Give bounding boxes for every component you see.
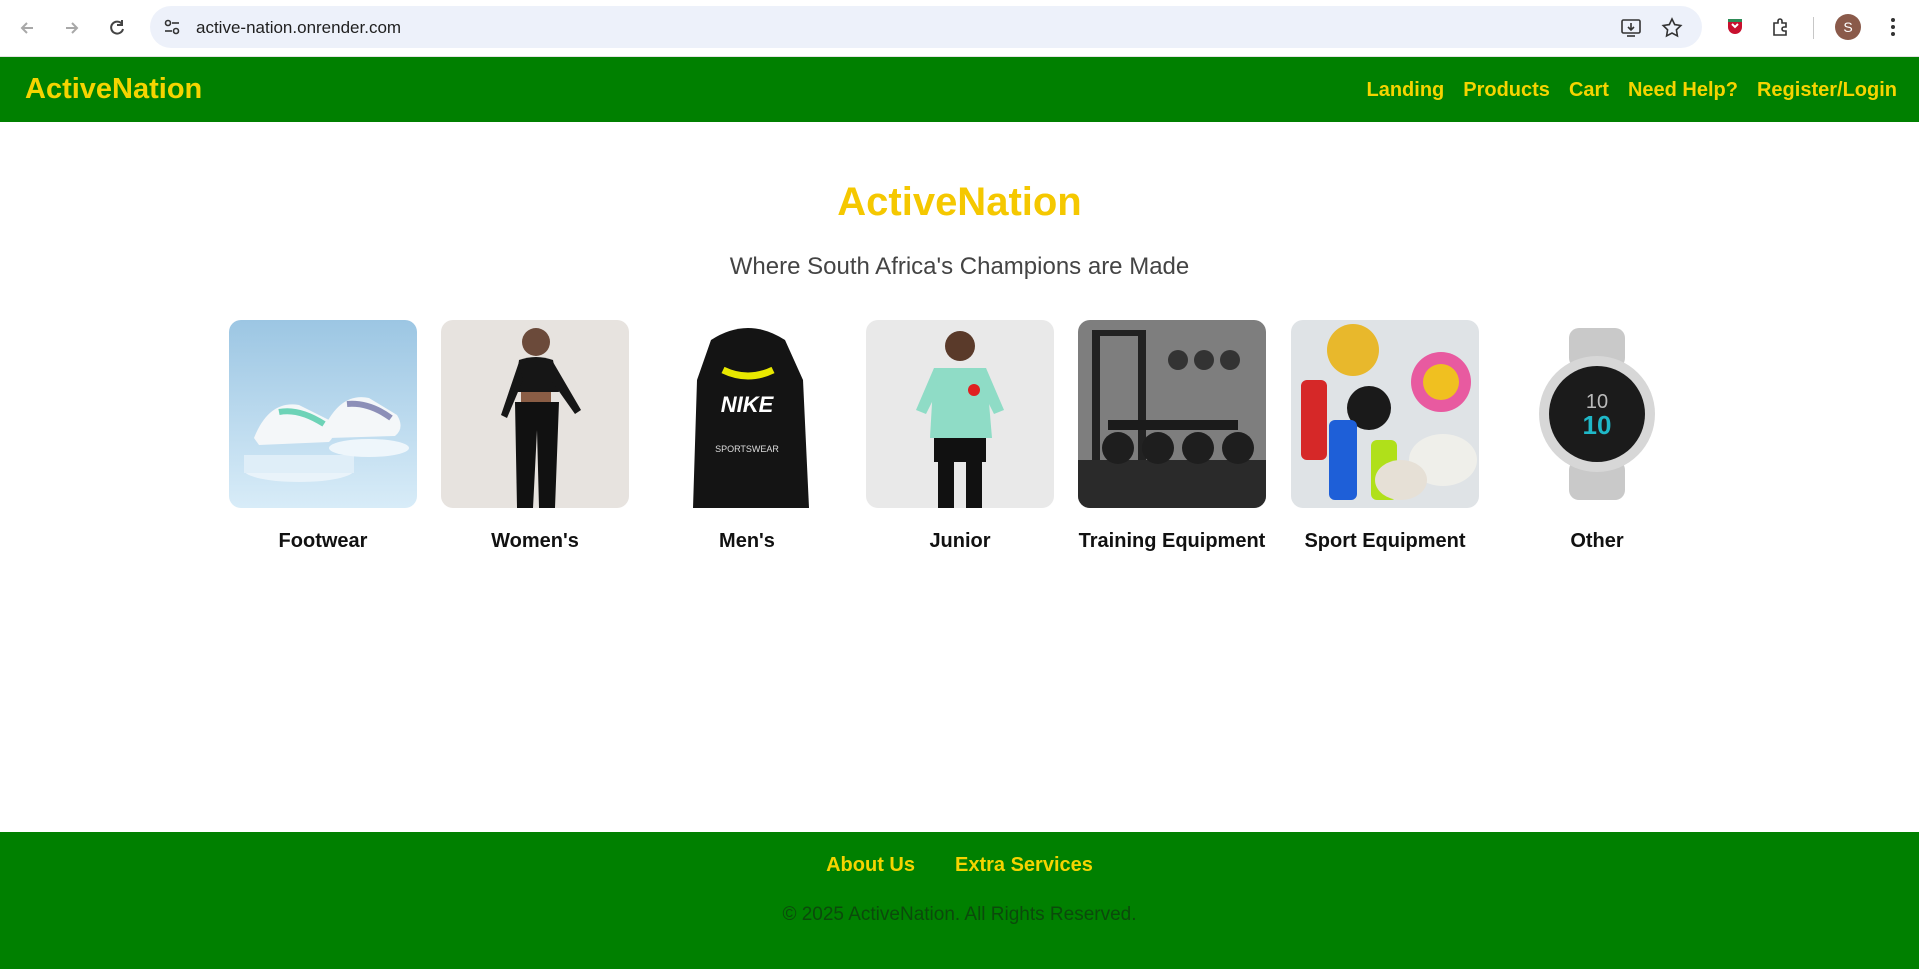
category-womens[interactable]: Women's [441, 320, 629, 553]
category-grid: Footwear Women's NIKE SPORTSWEAR Men's J… [229, 320, 1691, 560]
category-junior[interactable]: Junior [866, 320, 1054, 553]
sneakers-photo[interactable] [229, 320, 417, 508]
copyright-text: © 2025 ActiveNation. All Rights Reserved… [782, 904, 1137, 925]
svg-text:SPORTSWEAR: SPORTSWEAR [715, 444, 779, 454]
profile-avatar[interactable]: S [1835, 14, 1861, 40]
main-nav: Landing Products Cart Need Help? Registe… [1366, 79, 1897, 102]
nav-register-login[interactable]: Register/Login [1757, 79, 1897, 102]
nav-need-help[interactable]: Need Help? [1628, 79, 1738, 102]
category-sport-equipment[interactable]: Sport Equipment [1291, 320, 1479, 553]
nav-products[interactable]: Products [1463, 79, 1550, 102]
junior-jersey-photo[interactable] [866, 320, 1054, 508]
hero-title: ActiveNation [837, 180, 1082, 224]
extensions-puzzle-icon[interactable] [1768, 14, 1794, 40]
category-label: Men's [719, 530, 775, 552]
hero-subtitle: Where South Africa's Champions are Made [729, 253, 1190, 280]
svg-text:NIKE: NIKE [721, 392, 775, 417]
nav-landing[interactable]: Landing [1366, 79, 1444, 102]
back-button[interactable] [11, 12, 43, 44]
toolbar-divider [1813, 17, 1814, 39]
category-training-equipment[interactable]: Training Equipment [1078, 320, 1266, 553]
footer-links: About Us Extra Services [0, 854, 1919, 877]
arrow-right-icon [66, 22, 79, 34]
brand-logo[interactable]: ActiveNation [25, 73, 202, 106]
site-footer: About Us Extra Services © 2025 ActiveNat… [0, 832, 1919, 969]
category-other[interactable]: 10 10 Other [1503, 320, 1691, 553]
womens-activewear-photo[interactable] [441, 320, 629, 508]
category-label: Training Equipment [1078, 530, 1266, 552]
svg-text:10: 10 [1583, 410, 1612, 440]
category-footwear[interactable]: Footwear [229, 320, 417, 553]
category-label: Junior [929, 530, 991, 552]
browser-toolbar: active-nation.onrender.com S [0, 0, 1919, 57]
category-label: Sport Equipment [1304, 530, 1466, 552]
bookmark-star-icon[interactable] [1661, 17, 1683, 39]
install-app-icon[interactable] [1620, 17, 1642, 39]
sport-balls-photo[interactable] [1291, 320, 1479, 508]
nav-cart[interactable]: Cart [1569, 79, 1609, 102]
browser-menu-icon[interactable] [1880, 14, 1906, 40]
reload-button[interactable] [101, 12, 133, 44]
site-settings-icon[interactable] [162, 17, 182, 37]
gym-equipment-photo[interactable] [1078, 320, 1266, 508]
footer-extra-services-link[interactable]: Extra Services [955, 854, 1093, 877]
category-label: Women's [491, 530, 579, 552]
footer-about-us-link[interactable]: About Us [826, 854, 915, 877]
smartwatch-photo[interactable]: 10 10 [1503, 320, 1691, 508]
category-label: Footwear [278, 530, 368, 552]
reload-icon [110, 20, 124, 35]
forward-button[interactable] [56, 12, 88, 44]
site-header: ActiveNation Landing Products Cart Need … [0, 57, 1919, 122]
arrow-left-icon [20, 22, 33, 34]
mens-hoodie-photo[interactable]: NIKE SPORTSWEAR [653, 320, 841, 508]
category-label: Other [1570, 530, 1624, 552]
url-text[interactable]: active-nation.onrender.com [196, 18, 401, 38]
address-bar[interactable]: active-nation.onrender.com [150, 6, 1702, 48]
extension-shield-icon[interactable] [1722, 14, 1748, 40]
category-mens[interactable]: NIKE SPORTSWEAR Men's [653, 320, 841, 553]
